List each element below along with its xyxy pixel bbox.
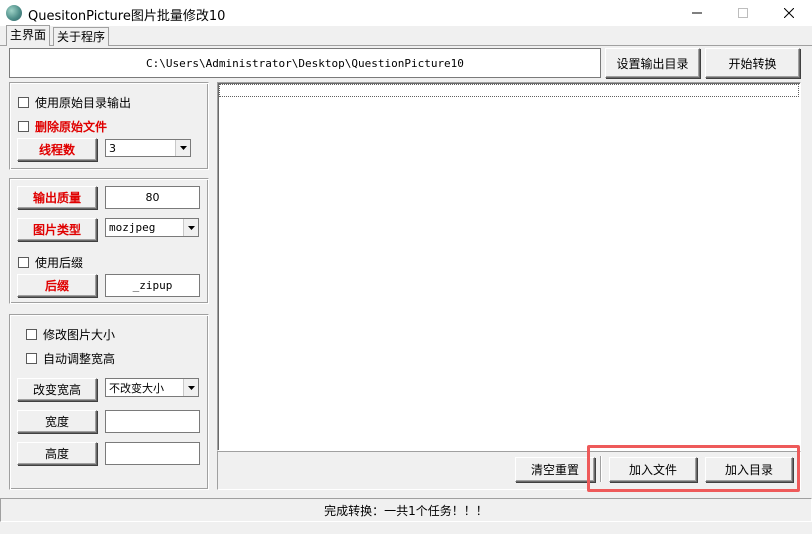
use-suffix-checkbox[interactable]: 使用后缀 <box>18 254 83 271</box>
use-suffix-label: 使用后缀 <box>35 256 84 270</box>
minimize-button[interactable] <box>674 0 720 26</box>
checkbox-box <box>18 121 29 132</box>
threads-label-button[interactable]: 线程数 <box>17 138 97 161</box>
tab-about[interactable]: 关于程序 <box>53 27 110 46</box>
checkbox-box <box>18 257 29 268</box>
width-label-button[interactable]: 宽度 <box>17 410 97 433</box>
image-type-label-button[interactable]: 图片类型 <box>17 218 97 241</box>
clear-reset-button[interactable]: 清空重置 <box>515 457 595 482</box>
width-input[interactable] <box>105 410 200 433</box>
suffix-label-button[interactable]: 后缀 <box>17 274 97 297</box>
highlight-box <box>587 445 800 492</box>
chevron-down-icon[interactable] <box>183 219 198 236</box>
maximize-icon <box>738 8 748 18</box>
chevron-down-icon[interactable] <box>183 379 198 396</box>
close-icon <box>784 8 794 18</box>
title-bar: QuesitonPicture图片批量修改10 <box>0 0 812 26</box>
checkbox-box <box>18 97 29 108</box>
tab-main[interactable]: 主界面 <box>6 25 51 47</box>
tab-strip-line <box>0 45 812 46</box>
start-convert-button[interactable]: 开始转换 <box>705 48 800 78</box>
file-list[interactable] <box>217 82 801 451</box>
threads-select-value: 3 <box>109 141 116 155</box>
list-focus-row <box>219 84 799 97</box>
suffix-input[interactable]: _zipup <box>105 274 200 297</box>
window-title: QuesitonPicture图片批量修改10 <box>28 9 226 24</box>
threads-select[interactable]: 3 <box>105 139 191 157</box>
delete-original-checkbox[interactable]: 删除原始文件 <box>18 118 107 135</box>
delete-original-label: 删除原始文件 <box>35 120 108 134</box>
quality-label-button[interactable]: 输出质量 <box>17 186 97 209</box>
chevron-down-icon[interactable] <box>175 140 190 156</box>
status-bar: 完成转换：一共1个任务！！！ <box>0 498 812 522</box>
app-icon <box>6 5 22 21</box>
image-type-select[interactable]: mozjpeg <box>105 218 199 237</box>
change-size-label-button[interactable]: 改变宽高 <box>17 378 97 401</box>
resize-label: 修改图片大小 <box>43 328 116 342</box>
change-size-select-value: 不改变大小 <box>109 381 164 395</box>
set-output-dir-button[interactable]: 设置输出目录 <box>605 48 700 78</box>
auto-adjust-checkbox[interactable]: 自动调整宽高 <box>26 350 115 367</box>
resize-checkbox[interactable]: 修改图片大小 <box>26 326 115 343</box>
checkbox-box <box>26 329 37 340</box>
height-label-button[interactable]: 高度 <box>17 442 97 465</box>
close-button[interactable] <box>766 0 812 26</box>
use-original-dir-checkbox[interactable]: 使用原始目录输出 <box>18 94 131 111</box>
quality-input[interactable]: 80 <box>105 186 200 209</box>
height-input[interactable] <box>105 442 200 465</box>
image-type-select-value: mozjpeg <box>109 221 156 234</box>
use-original-dir-label: 使用原始目录输出 <box>35 96 132 110</box>
maximize-button[interactable] <box>720 0 766 26</box>
output-path-field[interactable]: C:\Users\Administrator\Desktop\QuestionP… <box>9 48 601 78</box>
change-size-select[interactable]: 不改变大小 <box>105 378 199 397</box>
checkbox-box <box>26 353 37 364</box>
auto-adjust-label: 自动调整宽高 <box>43 352 116 366</box>
minimize-icon <box>692 12 702 14</box>
